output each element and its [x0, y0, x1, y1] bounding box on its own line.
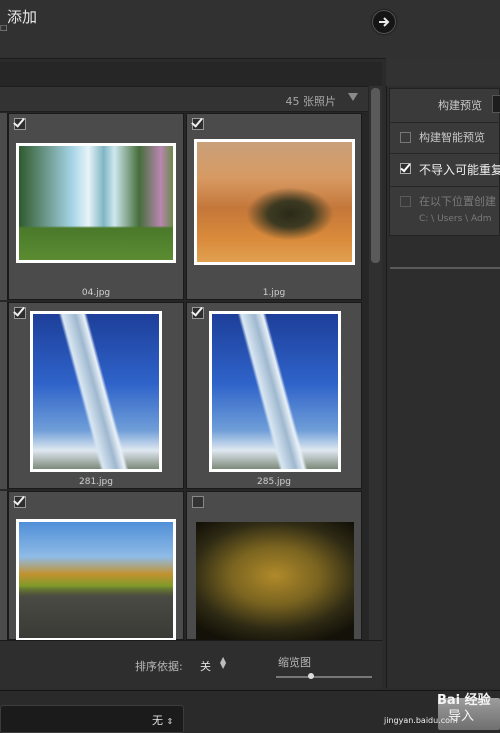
build-preview-select[interactable] — [492, 95, 500, 113]
window-title: 添加 — [7, 8, 38, 26]
backup-label: 在以下位置创建 — [419, 195, 496, 208]
backup-checkbox[interactable] — [400, 196, 411, 207]
photo-cell[interactable] — [8, 491, 184, 641]
top-bar — [0, 0, 500, 59]
photo-checkbox[interactable] — [192, 496, 204, 508]
photo-thumbnail[interactable] — [30, 311, 162, 472]
photo-filename: 1.jpg — [262, 288, 286, 298]
photo-thumbnail[interactable] — [196, 522, 354, 641]
photo-cell[interactable] — [186, 491, 362, 641]
photo-cell[interactable]: 281.jpg — [8, 302, 184, 489]
sort-dropdown[interactable]: 关 — [200, 658, 211, 674]
watermark-text: Bai 经验 — [437, 693, 491, 708]
photo-checkbox[interactable] — [14, 496, 26, 508]
smart-preview-label: 构建智能预览 — [419, 131, 485, 144]
window-subtitle: □ — [0, 23, 8, 32]
no-duplicates-label: 不导入可能重复 — [419, 163, 500, 177]
partial-cell — [0, 491, 8, 640]
photo-cell[interactable]: 285.jpg — [186, 302, 362, 489]
build-preview-label: 构建预览 — [438, 99, 482, 112]
sort-updown-icon[interactable]: ▲ ▼ — [220, 656, 226, 670]
divider — [390, 186, 500, 187]
partial-cell — [0, 302, 8, 489]
grid-header: 45 张照片 — [0, 86, 368, 112]
photo-thumbnail[interactable] — [16, 519, 176, 641]
partial-cell — [0, 113, 8, 300]
divider — [390, 153, 500, 154]
photo-checkbox[interactable] — [192, 307, 204, 319]
photo-filename: 281.jpg — [79, 477, 113, 487]
photo-thumbnail[interactable] — [16, 143, 176, 263]
smart-preview-checkbox[interactable] — [400, 132, 411, 143]
photo-thumbnail[interactable] — [209, 311, 341, 472]
photo-checkbox[interactable] — [14, 307, 26, 319]
destination-value: 无 ⇕ — [152, 714, 174, 727]
watermark-url: jingyan.baidu.com — [384, 716, 458, 725]
photo-cell[interactable]: 04.jpg — [8, 113, 184, 300]
thumbnail-size-slider[interactable] — [276, 676, 372, 678]
sort-label: 排序依据: — [135, 660, 183, 673]
panel-divider — [390, 267, 500, 269]
thumbnail-slider-knob[interactable] — [307, 673, 314, 679]
photo-thumbnail[interactable] — [194, 139, 355, 265]
photo-checkbox[interactable] — [14, 118, 26, 130]
grid-footer: 排序依据: 关 ▲ ▼ — [0, 640, 382, 689]
no-duplicates-checkbox[interactable] — [400, 163, 411, 174]
next-arrow-icon[interactable] — [372, 10, 396, 34]
grid-scroll-thumb[interactable] — [371, 88, 380, 263]
photo-cell[interactable]: 1.jpg — [186, 113, 362, 300]
thumbnail-size-label: 缩览图 — [278, 656, 311, 669]
photo-filename: 04.jpg — [81, 288, 111, 298]
photo-count: 45 张照片 — [285, 95, 337, 108]
photo-filename: 285.jpg — [257, 477, 291, 487]
right-panel-header — [386, 58, 500, 86]
divider — [390, 122, 500, 123]
photo-checkbox[interactable] — [192, 118, 204, 130]
backup-path: C: \ Users \ Adm — [419, 214, 492, 224]
grid-menu-triangle-icon[interactable] — [348, 93, 358, 101]
